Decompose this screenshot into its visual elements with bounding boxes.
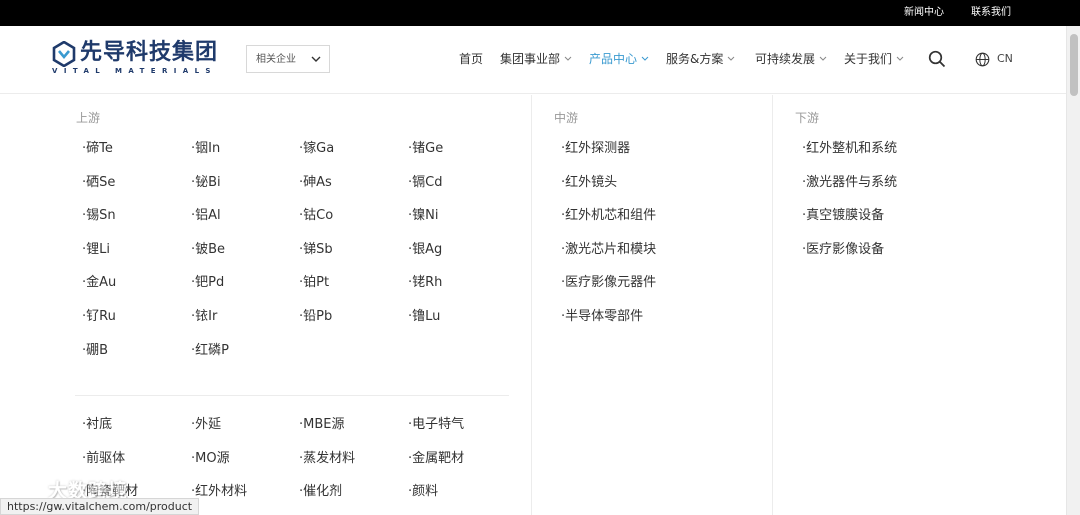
column-divider — [772, 95, 773, 515]
upstream-element-link-1[interactable]: ·铟In — [191, 141, 220, 157]
contact-us-link[interactable]: 联系我们 — [971, 7, 1011, 19]
nav-home[interactable]: 首页 — [459, 51, 483, 67]
globe-icon — [975, 52, 990, 67]
search-icon[interactable] — [928, 50, 946, 68]
upstream-element-link-3[interactable]: ·锗Ge — [408, 141, 443, 157]
related-companies-select[interactable]: 相关企业 — [246, 45, 330, 73]
midstream-link-0[interactable]: ·红外探测器 — [561, 141, 630, 157]
upstream-material-link-1[interactable]: ·外延 — [191, 417, 221, 433]
upstream-element-link-15[interactable]: ·银Ag — [408, 242, 442, 258]
downstream-link-2[interactable]: ·真空镀膜设备 — [802, 208, 884, 224]
chevron-down-icon — [728, 56, 735, 61]
midstream-link-5[interactable]: ·半导体零部件 — [561, 309, 643, 325]
chevron-down-icon — [564, 56, 572, 61]
news-center-link[interactable]: 新闻中心 — [904, 7, 944, 19]
nav-label: 集团事业部 — [500, 52, 561, 66]
chevron-down-icon — [311, 56, 321, 62]
upstream-material-link-9[interactable]: ·红外材料 — [191, 484, 247, 500]
upstream-element-link-13[interactable]: ·铍Be — [191, 242, 225, 258]
downstream-link-3[interactable]: ·医疗影像设备 — [802, 242, 884, 258]
language-code: CN — [997, 52, 1013, 65]
upstream-material-link-11[interactable]: ·颜料 — [408, 484, 438, 500]
upstream-element-link-23[interactable]: ·镥Lu — [408, 309, 440, 325]
nav-about-us[interactable]: 关于我们 — [844, 51, 904, 67]
upstream-element-link-19[interactable]: ·铑Rh — [408, 275, 442, 291]
upstream-material-link-10[interactable]: ·催化剂 — [299, 484, 342, 500]
page-scrollbar[interactable] — [1066, 26, 1080, 515]
upstream-element-link-5[interactable]: ·铋Bi — [191, 175, 221, 191]
column-divider — [531, 95, 532, 515]
upstream-element-link-24[interactable]: ·硼B — [82, 343, 108, 359]
downstream-link-1[interactable]: ·激光器件与系统 — [802, 175, 897, 191]
nav-product-center[interactable]: 产品中心 — [589, 51, 649, 67]
upstream-material-link-2[interactable]: ·MBE源 — [299, 417, 344, 433]
status-url-bar: https://gw.vitalchem.com/product — [0, 498, 200, 515]
upstream-element-link-17[interactable]: ·钯Pd — [191, 275, 224, 291]
upstream-material-link-5[interactable]: ·MO源 — [191, 451, 230, 467]
upstream-element-link-6[interactable]: ·砷As — [299, 175, 332, 191]
upstream-element-link-18[interactable]: ·铂Pt — [299, 275, 329, 291]
logo-mark-icon — [52, 41, 76, 67]
downstream-link-0[interactable]: ·红外整机和系统 — [802, 141, 897, 157]
nav-label: 服务&方案 — [666, 52, 724, 66]
upstream-element-link-12[interactable]: ·锂Li — [82, 242, 110, 258]
upstream-element-link-21[interactable]: ·铱Ir — [191, 309, 217, 325]
top-utility-bar: 新闻中心 联系我们 — [0, 0, 1080, 26]
upstream-element-link-8[interactable]: ·锡Sn — [82, 208, 116, 224]
nav-label: 可持续发展 — [755, 52, 816, 66]
nav-group-divisions[interactable]: 集团事业部 — [500, 51, 572, 67]
nav-services-solutions[interactable]: 服务&方案 — [666, 51, 735, 67]
midstream-title: 中游 — [554, 111, 579, 125]
upstream-element-link-16[interactable]: ·金Au — [82, 275, 116, 291]
upstream-element-link-25[interactable]: ·红磷P — [191, 343, 229, 359]
upstream-element-link-10[interactable]: ·钴Co — [299, 208, 333, 224]
downstream-title: 下游 — [795, 111, 820, 125]
upstream-element-link-7[interactable]: ·镉Cd — [408, 175, 442, 191]
upstream-element-link-11[interactable]: ·镍Ni — [408, 208, 438, 224]
scrollbar-thumb[interactable] — [1070, 34, 1078, 96]
logo-english-name: VITAL MATERIALS — [52, 67, 217, 75]
upstream-material-link-7[interactable]: ·金属靶材 — [408, 451, 464, 467]
section-divider — [75, 395, 509, 396]
chevron-down-icon — [819, 56, 827, 61]
upstream-material-link-0[interactable]: ·衬底 — [82, 417, 112, 433]
upstream-element-link-22[interactable]: ·铅Pb — [299, 309, 332, 325]
nav-label: 产品中心 — [589, 52, 638, 66]
upstream-element-link-14[interactable]: ·锑Sb — [299, 242, 333, 258]
site-header: 先导科技集团 VITAL MATERIALS 相关企业 首页 集团事业部 产品中… — [0, 26, 1066, 94]
upstream-material-link-6[interactable]: ·蒸发材料 — [299, 451, 355, 467]
logo-chinese-name: 先导科技集团 — [80, 40, 219, 65]
upstream-title: 上游 — [76, 111, 101, 125]
select-value: 相关企业 — [256, 54, 296, 65]
midstream-link-2[interactable]: ·红外机芯和组件 — [561, 208, 656, 224]
upstream-material-link-3[interactable]: ·电子特气 — [408, 417, 464, 433]
upstream-element-link-0[interactable]: ·碲Te — [82, 141, 113, 157]
product-mega-menu: 上游 中游 下游 ·碲Te ·铟In ·镓Ga ·锗Ge ·硒Se ·铋Bi ·砷As ·镉C… — [0, 95, 1066, 515]
nav-label: 首页 — [459, 52, 484, 66]
midstream-link-1[interactable]: ·红外镜头 — [561, 175, 617, 191]
upstream-material-link-4[interactable]: ·前驱体 — [82, 451, 125, 467]
upstream-element-link-9[interactable]: ·铝Al — [191, 208, 221, 224]
midstream-link-4[interactable]: ·医疗影像元器件 — [561, 275, 656, 291]
chevron-down-icon — [896, 56, 904, 61]
nav-sustainability[interactable]: 可持续发展 — [755, 51, 827, 67]
upstream-element-link-4[interactable]: ·硒Se — [82, 175, 115, 191]
upstream-element-link-2[interactable]: ·镓Ga — [299, 141, 334, 157]
brand-logo[interactable]: 先导科技集团 VITAL MATERIALS — [52, 40, 232, 80]
nav-label: 关于我们 — [844, 52, 893, 66]
midstream-link-3[interactable]: ·激光芯片和模块 — [561, 242, 656, 258]
chevron-down-icon — [641, 56, 649, 61]
upstream-element-link-20[interactable]: ·钌Ru — [82, 309, 116, 325]
